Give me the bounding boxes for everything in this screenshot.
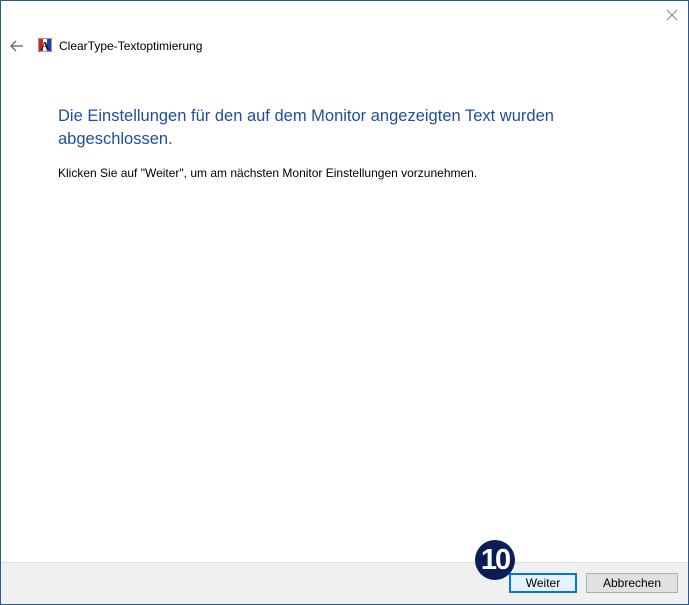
cleartype-icon: A [37, 37, 53, 53]
app-title: ClearType-Textoptimierung [59, 39, 203, 53]
dialog-footer: Weiter Abbrechen [1, 562, 688, 604]
cleartype-dialog-window: A ClearType-Textoptimierung Die Einstell… [0, 0, 689, 605]
back-button[interactable] [9, 38, 25, 54]
close-button[interactable] [664, 7, 680, 23]
svg-text:A: A [41, 39, 50, 53]
cancel-button[interactable]: Abbrechen [586, 573, 678, 593]
instruction-text: Klicken Sie auf "Weiter", um am nächsten… [58, 166, 478, 180]
step-number-badge: 10 [475, 540, 515, 580]
back-arrow-icon [10, 40, 23, 52]
next-button[interactable]: Weiter [509, 573, 577, 593]
completion-heading: Die Einstellungen für den auf dem Monito… [58, 107, 554, 148]
close-icon [666, 9, 678, 21]
